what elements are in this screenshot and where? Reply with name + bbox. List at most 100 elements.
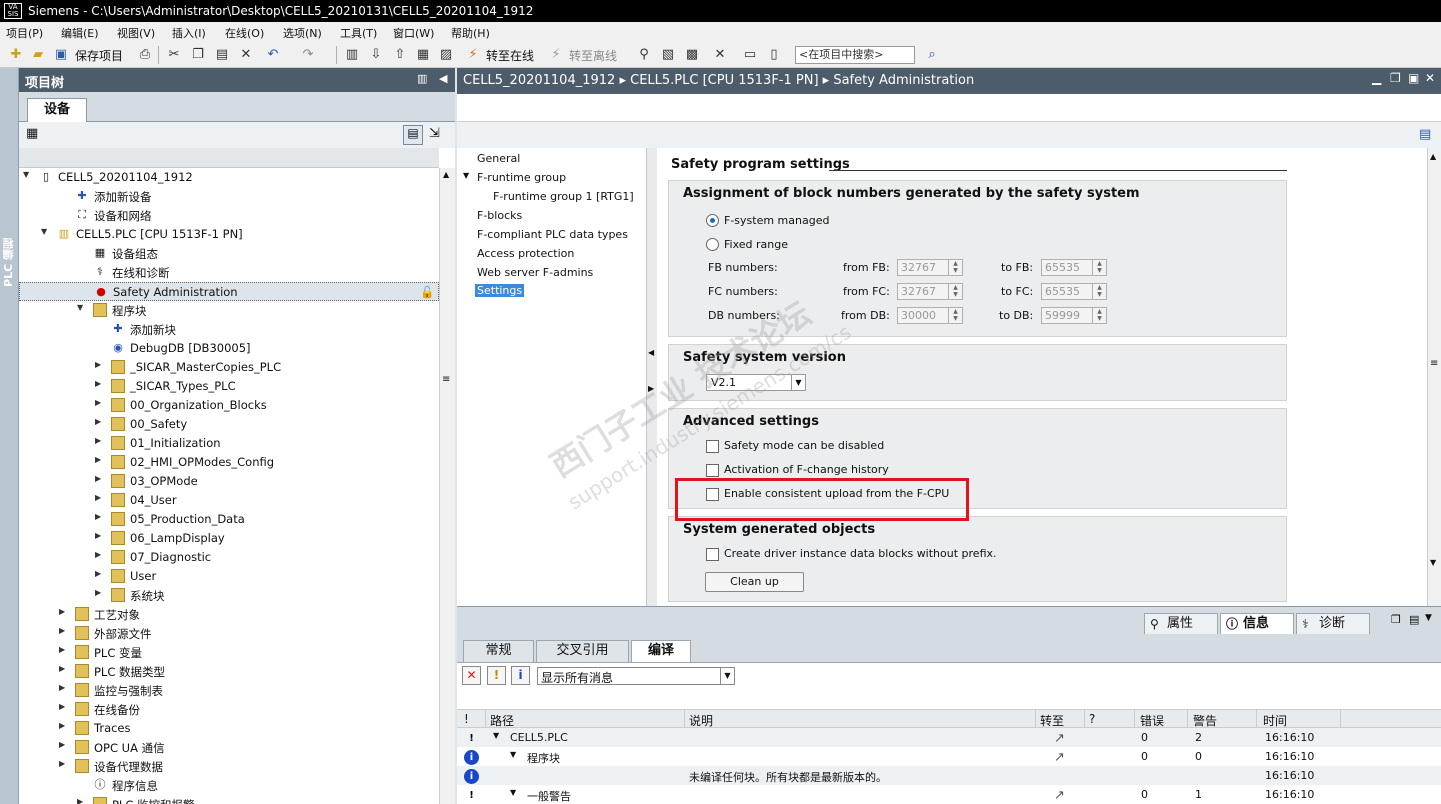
expand-icon[interactable]: ▶ [59, 664, 69, 673]
plc-programming-label[interactable]: PLC 编程 [1, 238, 17, 287]
subtab-compile[interactable]: 编译 [631, 640, 691, 662]
compare-icon[interactable]: ▩ [684, 47, 700, 63]
goto-icon[interactable]: ↗ [1054, 750, 1065, 765]
tree-item[interactable]: ◉ DebugDB [DB30005] [19, 339, 439, 358]
tree-item[interactable]: ▶ 05_Production_Data [19, 510, 439, 529]
editor-splitter[interactable]: ◀ ▶ [647, 148, 657, 606]
tree-item[interactable]: ▶ User [19, 567, 439, 586]
filter-errors-icon[interactable]: ✕ [462, 666, 481, 685]
subtab-general[interactable]: 常规 [463, 640, 534, 662]
message-row[interactable]: i ▼ 程序块 ↗ 0 0 16:16:10 [457, 747, 1441, 766]
expand-icon[interactable]: ▶ [95, 550, 105, 559]
nav-web-server-f-admins[interactable]: Web server F-admins [477, 266, 593, 279]
tree-item[interactable]: ▼ 程序块 [19, 301, 439, 320]
go-offline-button[interactable]: 转至离线 [569, 47, 617, 64]
tree-item[interactable]: ▶ 04_User [19, 491, 439, 510]
expand-icon[interactable]: ▶ [95, 493, 105, 502]
menu-help[interactable]: 帮助(H) [451, 25, 490, 41]
expand-icon[interactable]: ▶ [95, 569, 105, 578]
pin-icon[interactable]: ▥ [417, 72, 427, 85]
tree-item[interactable]: ▶ 07_Diagnostic [19, 548, 439, 567]
col-warnings[interactable]: 警告 [1193, 712, 1217, 729]
tab-properties[interactable]: ⚲ 属性 [1144, 613, 1218, 635]
undo-icon[interactable]: ↶ [265, 47, 281, 63]
nav-f-runtime-group[interactable]: F-runtime group [477, 171, 566, 184]
checkbox-f-change-history[interactable] [706, 464, 719, 477]
delete-icon[interactable]: ✕ [238, 47, 254, 63]
col-errors[interactable]: 错误 [1140, 712, 1164, 729]
tab-diagnostics[interactable]: ⚕ 诊断 [1296, 613, 1370, 635]
col-path[interactable]: 路径 [490, 712, 514, 729]
to-fc-spinner[interactable]: 65535 ▲ ▼ [1041, 283, 1107, 300]
menu-options[interactable]: 选项(N) [283, 25, 322, 41]
from-fc-spinner[interactable]: 32767 ▲ ▼ [897, 283, 963, 300]
accessible-devices-icon[interactable]: ⚲ [636, 47, 652, 63]
collapse-inspector-icon[interactable]: ▼ [1425, 613, 1432, 623]
tree-item[interactable]: ▶ 01_Initialization [19, 434, 439, 453]
checkbox-driver-instance[interactable] [706, 548, 719, 561]
minimize-inspector-icon[interactable]: ▤ [1409, 613, 1419, 626]
tree-item[interactable]: ▶ 03_OPMode [19, 472, 439, 491]
split-vertical-icon[interactable]: ▯ [766, 47, 782, 63]
tree-item[interactable]: ▶ 外部源文件 [19, 624, 439, 643]
maximize-icon[interactable]: ▣ [1408, 71, 1419, 85]
col-severity[interactable]: ! [464, 712, 469, 726]
close-editor-icon[interactable]: ✕ [712, 47, 728, 63]
tree-export-icon[interactable]: ⇲ [429, 126, 440, 141]
tree-item[interactable]: ▶ 02_HMI_OPModes_Config [19, 453, 439, 472]
subtab-cross-ref[interactable]: 交叉引用 [536, 640, 629, 662]
tree-item[interactable]: ▶ 00_Organization_Blocks [19, 396, 439, 415]
menu-tools[interactable]: 工具(T) [340, 25, 377, 41]
simulation-icon[interactable]: ▦ [415, 47, 431, 63]
project-search-input[interactable]: <在项目中搜索> [795, 46, 915, 64]
expand-icon[interactable]: ▼ [463, 171, 469, 180]
goto-icon[interactable]: ↗ [1054, 731, 1065, 746]
tree-item[interactable]: ▶ 监控与强制表 [19, 681, 439, 700]
tree-item[interactable]: ▶ 06_LampDisplay [19, 529, 439, 548]
breadcrumb-plc[interactable]: CELL5.PLC [CPU 1513F-1 PN] [630, 73, 818, 88]
tree-item[interactable]: ▼ ▥ CELL5.PLC [CPU 1513F-1 PN] [19, 225, 439, 244]
tree-item[interactable]: ▶ 设备代理数据 [19, 757, 439, 776]
expand-icon[interactable]: ▶ [95, 436, 105, 445]
expand-icon[interactable]: ▶ [95, 360, 105, 369]
tree-settings-icon[interactable]: ▦ [26, 126, 38, 141]
breadcrumb-safety[interactable]: Safety Administration [833, 73, 974, 88]
overview-icon[interactable]: ▤ [403, 125, 423, 145]
to-db-spinner[interactable]: 59999 ▲ ▼ [1041, 307, 1107, 324]
expand-icon[interactable]: ▶ [59, 721, 69, 730]
collapse-icon[interactable]: ▼ [41, 227, 51, 236]
expand-icon[interactable]: ▶ [59, 626, 69, 635]
float-inspector-icon[interactable]: ❐ [1391, 613, 1401, 626]
expand-icon[interactable]: ▶ [95, 398, 105, 407]
radio-f-system-managed[interactable] [706, 214, 719, 227]
minimize-icon[interactable]: ▁ [1372, 71, 1381, 85]
tree-item[interactable]: ▶ OPC UA 通信 [19, 738, 439, 757]
filter-info-icon[interactable]: i [511, 666, 530, 685]
tree-scrollbar[interactable]: ▲ ≡ [439, 168, 455, 804]
message-filter-dropdown[interactable]: 显示所有消息 ▼ [537, 667, 735, 685]
expand-icon[interactable]: ▶ [95, 379, 105, 388]
expand-icon[interactable]: ▶ [59, 607, 69, 616]
menu-project[interactable]: 项目(P) [6, 25, 43, 41]
clean-up-button[interactable]: Clean up [705, 572, 804, 592]
expand-icon[interactable]: ▶ [95, 474, 105, 483]
tree-item[interactable]: ▶ _SICAR_Types_PLC [19, 377, 439, 396]
expand-icon[interactable]: ▶ [95, 588, 105, 597]
search-go-icon[interactable]: ⌕ [924, 47, 940, 63]
expand-icon[interactable]: ▶ [59, 683, 69, 692]
expand-icon[interactable]: ▶ [95, 512, 105, 521]
devices-tab[interactable]: 设备 [27, 98, 87, 122]
goto-icon[interactable]: ↗ [1054, 788, 1065, 803]
breadcrumb-project[interactable]: CELL5_20201104_1912 [463, 73, 615, 88]
float-icon[interactable]: ❐ [1390, 71, 1401, 85]
menu-edit[interactable]: 编辑(E) [61, 25, 99, 41]
from-fb-spinner[interactable]: 32767 ▲ ▼ [897, 259, 963, 276]
message-row[interactable]: i 未编译任何块。所有块都是最新版本的。 16:16:10 [457, 766, 1441, 785]
nav-f-blocks[interactable]: F-blocks [477, 209, 522, 222]
to-fb-spinner[interactable]: 65535 ▲ ▼ [1041, 259, 1107, 276]
tree-item[interactable]: ⓘ 程序信息 [19, 776, 439, 795]
cross-ref-icon[interactable]: ▧ [660, 47, 676, 63]
expand-icon[interactable]: ▶ [59, 702, 69, 711]
cut-icon[interactable]: ✂ [166, 47, 182, 63]
tree-item[interactable]: ▦ 设备组态 [19, 244, 439, 263]
